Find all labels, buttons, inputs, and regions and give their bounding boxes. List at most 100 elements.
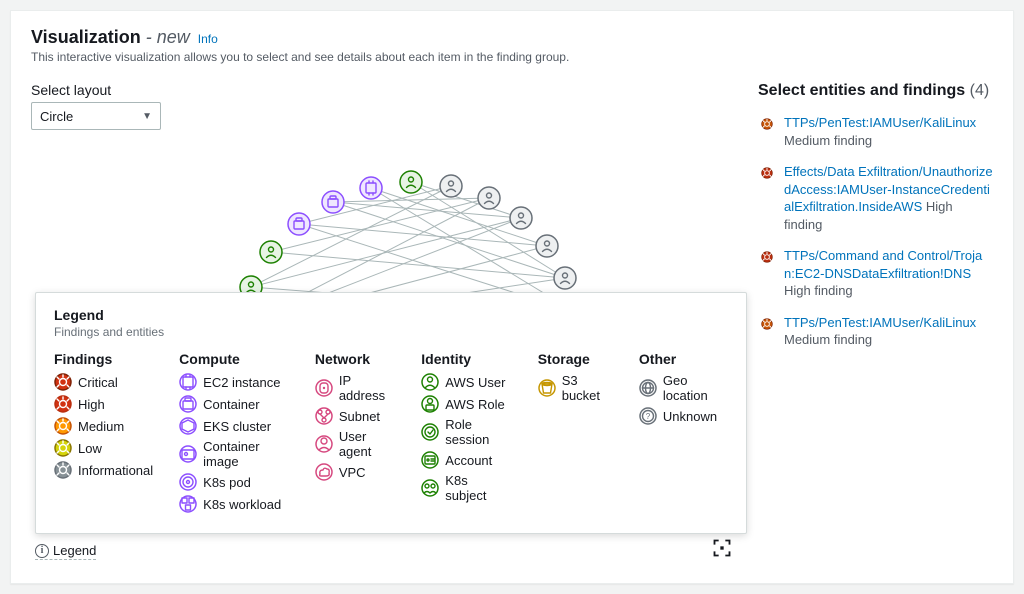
finding-item: TTPs/PenTest:IAMUser/KaliLinux Medium fi… (758, 314, 993, 349)
legend-heading: Storage (538, 351, 613, 367)
legend-item-label: Geo location (663, 373, 728, 403)
zoom-fit-button[interactable] (710, 536, 734, 560)
finding-link[interactable]: TTPs/PenTest:IAMUser/KaliLinux (784, 115, 976, 130)
account-icon (421, 451, 439, 469)
finding-link[interactable]: TTPs/PenTest:IAMUser/KaliLinux (784, 315, 976, 330)
unknown-icon: ? (639, 407, 657, 425)
graph-edge (271, 252, 565, 278)
graph-node[interactable] (288, 213, 310, 235)
graph-node[interactable] (400, 171, 422, 193)
finding-body: TTPs/Command and Control/Trojan:EC2-DNSD… (784, 247, 993, 300)
legend-item-label: IP address (339, 373, 395, 403)
legend-toggle[interactable]: i Legend (35, 543, 96, 560)
geo-icon (639, 379, 657, 397)
legend-item: K8s workload (179, 495, 289, 513)
legend-item: ? Unknown (639, 407, 728, 425)
graph-node[interactable] (260, 241, 282, 263)
findings-count: (4) (970, 82, 990, 99)
legend-column: FindingsCriticalHighMediumLowInformation… (54, 351, 153, 517)
page-subtitle: This interactive visualization allows yo… (31, 50, 993, 64)
legend-item-label: VPC (339, 465, 366, 480)
ip-icon (315, 379, 333, 397)
findings-column: Select entities and findings (4) TTPs/Pe… (758, 82, 993, 568)
bug-icon (54, 439, 72, 457)
legend-heading: Findings (54, 351, 153, 367)
legend-item-label: Subnet (339, 409, 380, 424)
bucket-icon (538, 379, 556, 397)
severity-badge-icon (758, 248, 776, 266)
legend-column: Storage S3 bucket (538, 351, 613, 517)
finding-severity-label: Medium finding (784, 133, 872, 148)
legend-heading: Identity (421, 351, 511, 367)
graph-node[interactable] (440, 175, 462, 197)
legend-item-label: User agent (339, 429, 395, 459)
user-icon (421, 373, 439, 391)
legend-item-label: Informational (78, 463, 153, 478)
finding-body: TTPs/PenTest:IAMUser/KaliLinux Medium fi… (784, 314, 993, 349)
graph-node[interactable] (510, 207, 532, 229)
agent-icon (315, 435, 333, 453)
subject-icon (421, 479, 439, 497)
graph-node[interactable] (360, 177, 382, 199)
legend-item: Role session (421, 417, 511, 447)
legend-item: Geo location (639, 373, 728, 403)
graph-node[interactable] (536, 235, 558, 257)
legend-item: AWS User (421, 373, 511, 391)
legend-item-label: Low (78, 441, 102, 456)
legend-item-label: AWS Role (445, 397, 504, 412)
ec2-icon (179, 373, 197, 391)
finding-severity-label: Medium finding (784, 332, 872, 347)
legend-column: Identity AWS User AWS Role Role session Acco… (421, 351, 511, 517)
legend-item: IP address (315, 373, 395, 403)
legend-item-label: Account (445, 453, 492, 468)
finding-link[interactable]: Effects/Data Exfiltration/UnauthorizedAc… (784, 164, 993, 214)
layout-label: Select layout (31, 82, 738, 98)
legend-item-label: Unknown (663, 409, 717, 424)
vpc-icon (315, 463, 333, 481)
legend-item-label: Role session (445, 417, 511, 447)
findings-title: Select entities and findings (4) (758, 82, 993, 100)
bug-icon (54, 461, 72, 479)
legend-item: S3 bucket (538, 373, 613, 403)
legend-item: Container (179, 395, 289, 413)
legend-item: EKS cluster (179, 417, 289, 435)
legend-item-label: EKS cluster (203, 419, 271, 434)
findings-list: TTPs/PenTest:IAMUser/KaliLinux Medium fi… (758, 114, 993, 349)
page-title: Visualization - new (31, 27, 190, 48)
finding-link[interactable]: TTPs/Command and Control/Trojan:EC2-DNSD… (784, 248, 982, 281)
image-icon (179, 445, 197, 463)
graph-column: Select layout Circle ▼ Legend Findings a… (31, 82, 738, 568)
bug-icon (54, 373, 72, 391)
legend-columns: FindingsCriticalHighMediumLowInformation… (54, 351, 728, 517)
severity-badge-icon (758, 164, 776, 182)
legend-item-label: EC2 instance (203, 375, 280, 390)
finding-body: TTPs/PenTest:IAMUser/KaliLinux Medium fi… (784, 114, 993, 149)
title-text: Visualization (31, 27, 141, 47)
legend-heading: Network (315, 351, 395, 367)
info-link[interactable]: Info (198, 32, 218, 46)
workload-icon (179, 495, 197, 513)
severity-badge-icon (758, 115, 776, 133)
legend-item-label: AWS User (445, 375, 505, 390)
legend-item: K8s pod (179, 473, 289, 491)
legend-item: Subnet (315, 407, 395, 425)
graph-node[interactable] (554, 267, 576, 289)
legend-item-label: Critical (78, 375, 118, 390)
subnet-icon (315, 407, 333, 425)
eks-icon (179, 417, 197, 435)
legend-item-label: Medium (78, 419, 124, 434)
chevron-down-icon: ▼ (142, 111, 152, 122)
legend-item: Low (54, 439, 153, 457)
graph-node[interactable] (478, 187, 500, 209)
graph-node[interactable] (322, 191, 344, 213)
finding-severity-label: High finding (784, 283, 853, 298)
legend-heading: Other (639, 351, 728, 367)
finding-item: Effects/Data Exfiltration/UnauthorizedAc… (758, 163, 993, 233)
legend-column: Network IP address Subnet User agent VPC (315, 351, 395, 517)
role-icon (421, 395, 439, 413)
finding-item: TTPs/PenTest:IAMUser/KaliLinux Medium fi… (758, 114, 993, 149)
legend-item: Account (421, 451, 511, 469)
severity-badge-icon (758, 315, 776, 333)
legend-item: Critical (54, 373, 153, 391)
finding-body: Effects/Data Exfiltration/UnauthorizedAc… (784, 163, 993, 233)
